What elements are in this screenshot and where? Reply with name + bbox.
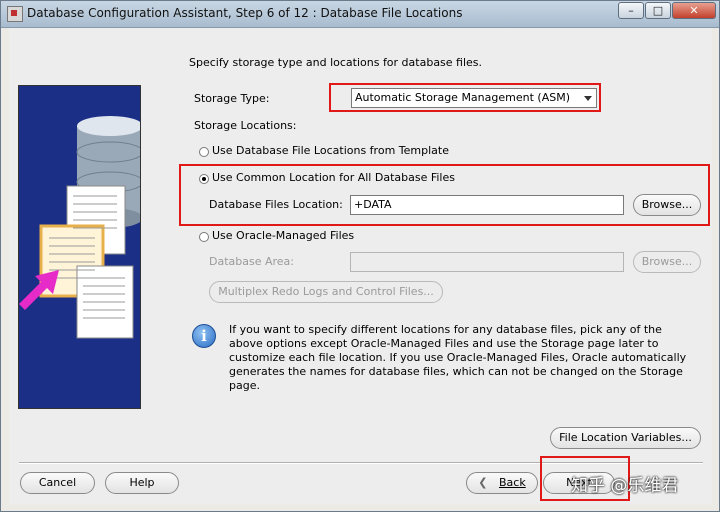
- dbca-window: Database Configuration Assistant, Step 6…: [0, 0, 720, 512]
- storage-locations-label: Storage Locations:: [194, 119, 297, 132]
- radio-template-locations[interactable]: [199, 147, 209, 157]
- close-button[interactable]: ✕: [672, 2, 716, 19]
- app-icon: [7, 6, 23, 22]
- watermark-text: 知乎 @乐维君: [571, 476, 679, 496]
- database-area-label: Database Area:: [209, 255, 295, 268]
- database-illustration: [18, 85, 141, 409]
- multiplex-redo-logs-button[interactable]: Multiplex Redo Logs and Control Files...: [209, 281, 443, 303]
- storage-type-label: Storage Type:: [194, 92, 270, 105]
- browse-button-area[interactable]: Browse...: [633, 251, 701, 273]
- info-icon: i: [192, 324, 216, 348]
- window-title: Database Configuration Assistant, Step 6…: [27, 6, 463, 20]
- instruction-text: Specify storage type and locations for d…: [189, 56, 483, 69]
- cancel-button[interactable]: Cancel: [20, 472, 95, 494]
- radio-oracle-managed[interactable]: [199, 232, 209, 242]
- highlight-storage-type: [329, 83, 601, 112]
- option-template-label[interactable]: Use Database File Locations from Templat…: [212, 144, 449, 157]
- back-arrow-icon: ❮: [478, 476, 488, 489]
- back-label: Back: [499, 476, 526, 489]
- highlight-common-location: [179, 164, 710, 226]
- maximize-button[interactable]: □: [645, 2, 671, 19]
- file-location-variables-button[interactable]: File Location Variables...: [550, 427, 701, 449]
- minimize-button[interactable]: –: [618, 2, 644, 19]
- database-area-input[interactable]: [350, 252, 624, 272]
- help-button[interactable]: Help: [105, 472, 179, 494]
- title-bar[interactable]: Database Configuration Assistant, Step 6…: [1, 1, 719, 28]
- info-text: If you want to specify different locatio…: [229, 323, 687, 392]
- option-omf-label[interactable]: Use Oracle-Managed Files: [212, 229, 354, 242]
- back-button[interactable]: ❮ Back: [466, 472, 538, 494]
